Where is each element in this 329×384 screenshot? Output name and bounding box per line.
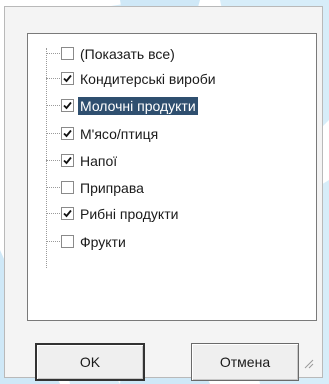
- list-item-label: Кондитерські вироби: [80, 70, 216, 87]
- list-item-seafood[interactable]: Рибні продукти: [46, 202, 180, 225]
- list-item-label: Напої: [80, 152, 118, 169]
- tree-branch: [46, 187, 60, 188]
- tree-branch: [46, 53, 60, 54]
- list-item-confectionery[interactable]: Кондитерські вироби: [46, 67, 218, 90]
- ok-button[interactable]: OK: [35, 343, 145, 381]
- filter-dialog: (Показать все) Кондитерські вироби Молоч…: [4, 6, 323, 381]
- list-item-label: Молочні продукти: [78, 96, 198, 115]
- list-item-label: Фрукти: [80, 233, 126, 250]
- list-item-label: Рибні продукти: [80, 205, 179, 222]
- list-item-condiments[interactable]: Приправа: [46, 176, 146, 199]
- checkbox[interactable]: [61, 154, 74, 167]
- list-item-label: (Показать все): [80, 45, 175, 62]
- list-item-fruits[interactable]: Фрукти: [46, 230, 128, 253]
- checkbox[interactable]: [61, 72, 74, 85]
- cancel-button[interactable]: Отмена: [191, 343, 299, 381]
- tree-branch: [46, 133, 60, 134]
- list-item-beverages[interactable]: Напої: [46, 149, 119, 172]
- list-item-show-all[interactable]: (Показать все): [46, 42, 177, 65]
- checkbox[interactable]: [61, 47, 74, 60]
- checkbox[interactable]: [61, 235, 74, 248]
- checkbox[interactable]: [61, 207, 74, 220]
- tree-branch: [46, 160, 60, 161]
- checkbox[interactable]: [61, 99, 74, 112]
- resize-grip-icon[interactable]: [302, 357, 314, 369]
- tree-branch: [46, 241, 60, 242]
- list-item-meat-poultry[interactable]: М'ясо/птиця: [46, 122, 160, 145]
- check-icon: [63, 74, 72, 83]
- check-icon: [63, 209, 72, 218]
- checkbox[interactable]: [61, 127, 74, 140]
- list-item-label: Приправа: [80, 179, 144, 196]
- checkbox[interactable]: [61, 181, 74, 194]
- list-item-dairy[interactable]: Молочні продукти: [46, 94, 198, 117]
- list-item-label: М'ясо/птиця: [80, 125, 159, 142]
- check-icon: [63, 101, 72, 110]
- tree-branch: [46, 105, 60, 106]
- check-icon: [63, 156, 72, 165]
- filter-checklist[interactable]: (Показать все) Кондитерські вироби Молоч…: [27, 33, 317, 321]
- tree-branch: [46, 78, 60, 79]
- check-icon: [63, 129, 72, 138]
- tree-branch: [46, 213, 60, 214]
